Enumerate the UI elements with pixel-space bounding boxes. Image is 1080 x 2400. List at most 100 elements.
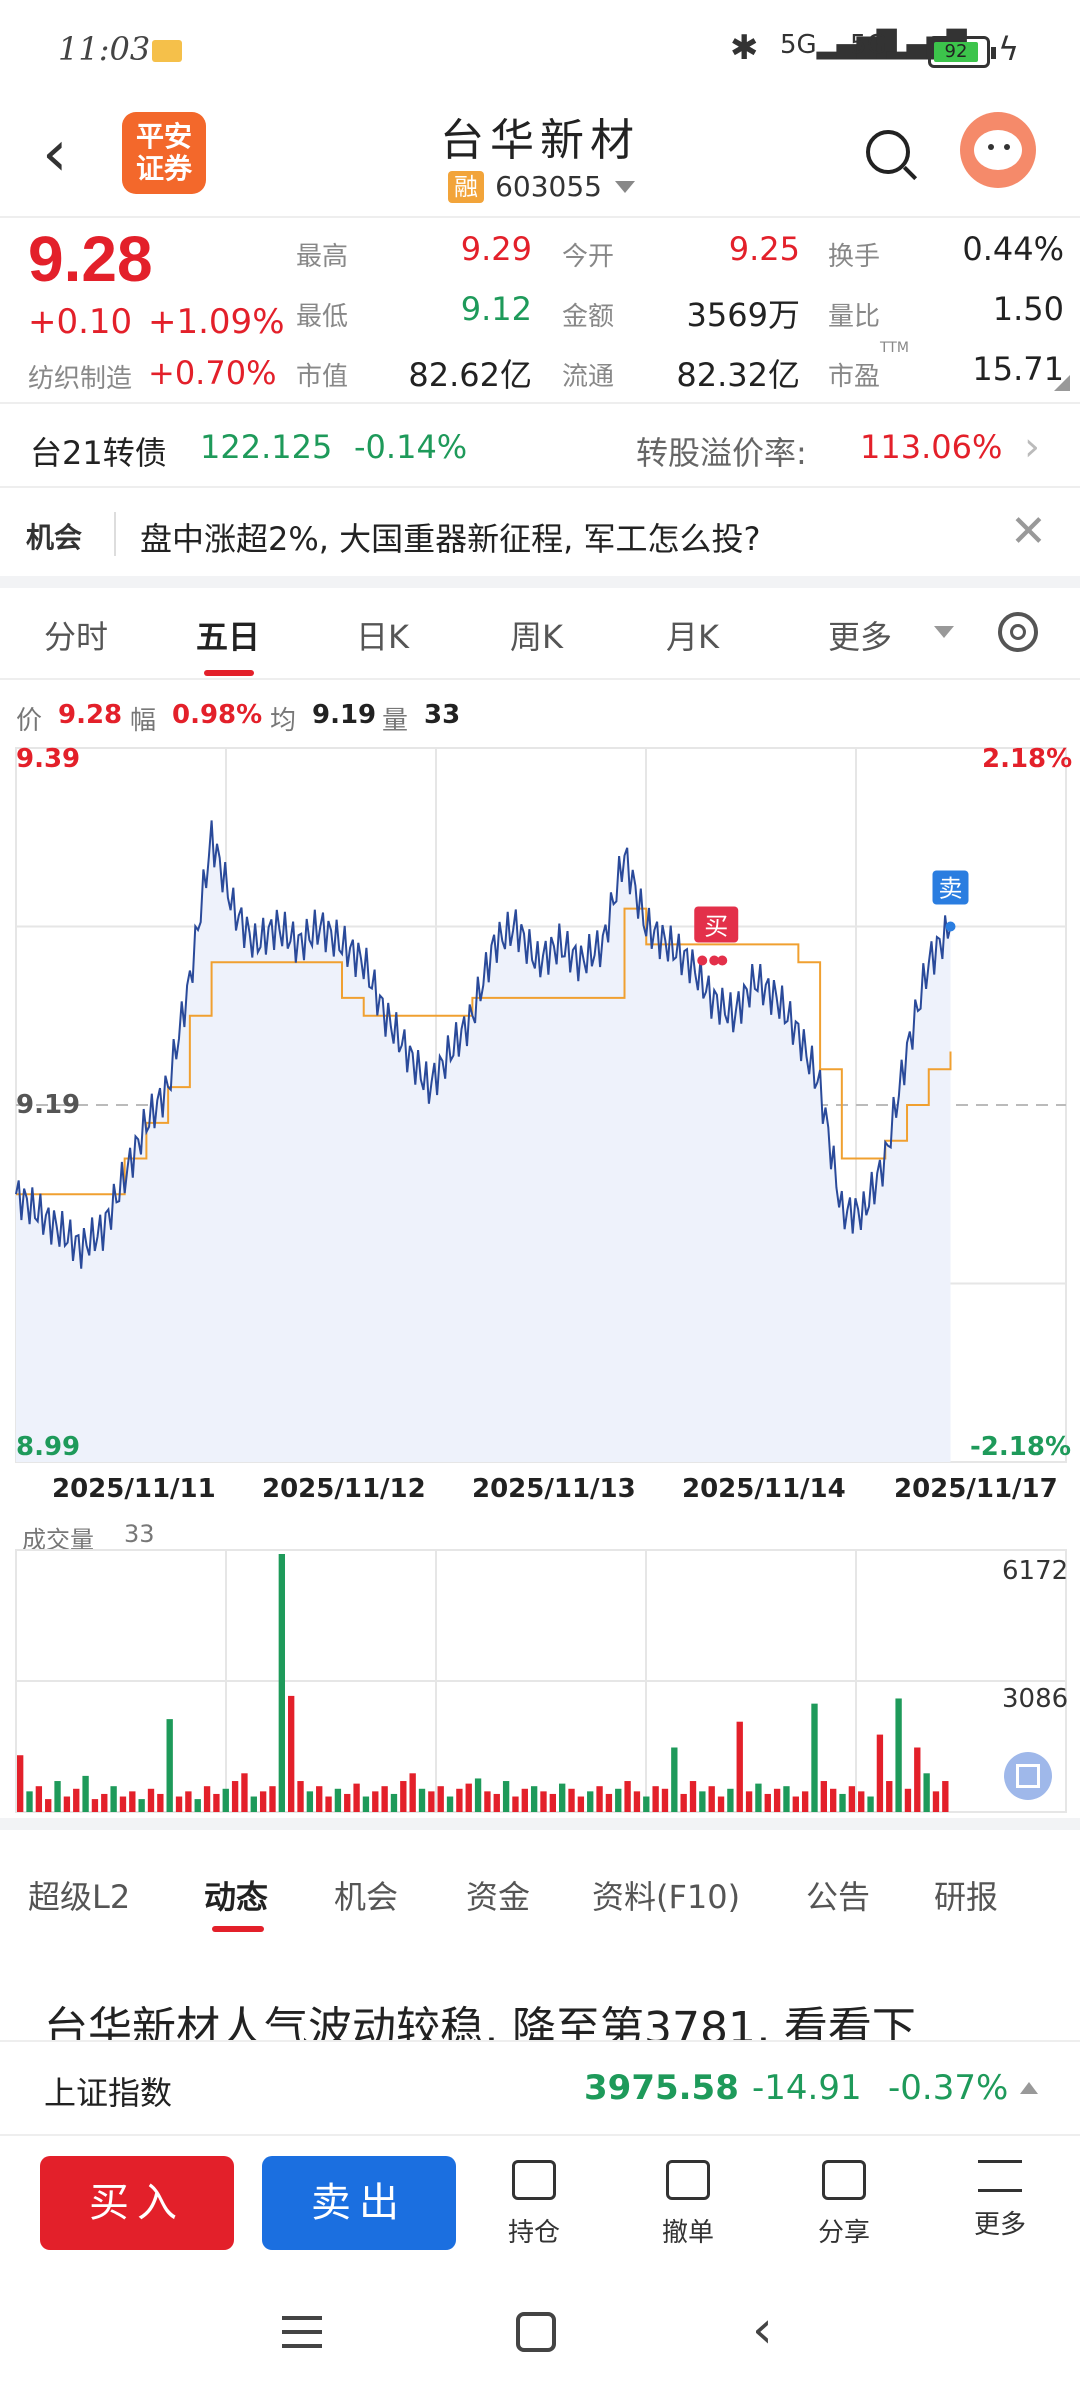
settings-icon[interactable]	[998, 612, 1038, 652]
vol-ratio-label: 量比	[828, 302, 881, 332]
divider	[0, 678, 1080, 680]
buy-button[interactable]: 买入	[40, 2156, 234, 2250]
volume-bar	[409, 1773, 416, 1812]
stock-code-selector[interactable]: 融 603055	[448, 170, 636, 206]
volume-bar	[708, 1786, 715, 1812]
open-label: 今开	[562, 242, 615, 272]
volume-bar	[624, 1781, 631, 1812]
volume-bar	[288, 1695, 295, 1812]
volume-bar	[699, 1791, 706, 1812]
active-tab-indicator	[212, 1926, 264, 1932]
x-axis-label: 2025/11/11	[52, 1474, 216, 1504]
buy-marker-label: 买	[704, 913, 728, 941]
volume-bar	[801, 1791, 809, 1812]
open-value: 9.25	[728, 230, 800, 268]
document-icon	[512, 2160, 556, 2200]
volume-bar	[119, 1796, 127, 1812]
volume-value: 33	[424, 700, 461, 730]
tab-research[interactable]: 研报	[934, 1872, 998, 1918]
volume-bar	[876, 1734, 884, 1812]
divider	[114, 512, 116, 556]
industry-label[interactable]: 纺织制造	[28, 358, 132, 395]
divider	[0, 486, 1080, 488]
nav-back-icon[interactable]: ‹	[752, 2300, 773, 2360]
tab-weekly-k[interactable]: 周K	[510, 612, 563, 658]
tab-level2[interactable]: 超级L2	[28, 1872, 130, 1918]
volume-bar	[400, 1781, 407, 1812]
volume-bar	[717, 1796, 725, 1812]
volume-bar	[138, 1799, 145, 1812]
avatar[interactable]	[960, 112, 1036, 188]
volume-bar	[362, 1796, 370, 1812]
volume-bar	[110, 1786, 117, 1812]
high-label: 最高	[296, 242, 349, 272]
price-chart[interactable]: 买卖	[0, 740, 1080, 1470]
opportunity-tag: 机会	[26, 521, 83, 554]
volume-bar	[194, 1799, 201, 1812]
tab-intraday[interactable]: 分时	[44, 612, 108, 658]
volume-bar	[63, 1796, 71, 1812]
stock-name: 台华新材	[440, 115, 640, 166]
battery-level: 92	[934, 42, 978, 62]
volume-bar	[942, 1781, 949, 1812]
tab-funds[interactable]: 资金	[466, 1872, 530, 1918]
volume-bar	[54, 1781, 61, 1812]
index-change: -14.91	[752, 2068, 862, 2108]
corner-triangle-icon[interactable]	[1054, 375, 1070, 391]
volume-bar	[858, 1791, 865, 1812]
volume-bar	[568, 1788, 575, 1812]
volume-chart[interactable]	[0, 1510, 1080, 1820]
mv-value: 82.62亿	[408, 356, 532, 394]
tab-news[interactable]: 动态	[204, 1872, 268, 1918]
amount-label: 金额	[562, 302, 615, 332]
volume-bar	[783, 1786, 790, 1812]
volume-bar	[17, 1755, 24, 1812]
cb-name: 台21转债	[30, 434, 167, 472]
volume-bar	[923, 1773, 930, 1812]
close-icon[interactable]: ✕	[1010, 506, 1047, 557]
tab-f10[interactable]: 资料(F10)	[592, 1872, 740, 1918]
cb-premium-label: 转股溢价率:	[636, 434, 807, 472]
chevron-up-icon	[1020, 2082, 1038, 2094]
section-gap	[0, 576, 1080, 588]
float-label: 流通	[562, 362, 615, 392]
volume-bar	[848, 1786, 856, 1812]
volume-bar	[596, 1786, 603, 1812]
chevron-right-icon: ›	[1024, 424, 1040, 470]
volume-bar	[867, 1796, 874, 1812]
holdings-button[interactable]: 持仓	[474, 2160, 594, 2249]
sell-button[interactable]: 卖出	[262, 2156, 456, 2250]
volume-bar	[474, 1778, 482, 1812]
volume-bar	[101, 1793, 108, 1812]
volume-bar	[764, 1793, 771, 1812]
charging-icon: ϟ	[998, 30, 1020, 68]
tab-announcements[interactable]: 公告	[806, 1872, 870, 1918]
search-icon[interactable]	[866, 130, 910, 174]
more-button[interactable]: 更多	[940, 2160, 1060, 2241]
tab-five-day[interactable]: 五日	[196, 612, 260, 658]
divider	[0, 216, 1080, 218]
volume-bar	[278, 1554, 286, 1812]
fullscreen-icon[interactable]	[1004, 1752, 1052, 1800]
pe-value: 15.71	[972, 350, 1064, 388]
tab-opportunity[interactable]: 机会	[334, 1872, 398, 1918]
amount-value: 3569万	[686, 296, 800, 334]
tab-daily-k[interactable]: 日K	[356, 612, 409, 658]
tab-more[interactable]: 更多	[828, 612, 892, 658]
industry-change[interactable]: +0.70%	[148, 354, 276, 392]
price-label: 价	[16, 706, 43, 736]
recent-apps-icon[interactable]	[282, 2316, 322, 2348]
tab-monthly-k[interactable]: 月K	[666, 612, 719, 658]
volume-bar	[381, 1786, 388, 1812]
volume-bar	[484, 1791, 491, 1812]
volume-bar	[306, 1791, 314, 1812]
turnover-label: 换手	[828, 242, 881, 272]
opportunity-text[interactable]: 盘中涨超2%, 大国重器新征程, 军工怎么投?	[140, 514, 760, 560]
high-value: 9.29	[460, 230, 532, 268]
chevron-down-icon	[934, 626, 954, 638]
cancel-order-button[interactable]: 撤单	[628, 2160, 748, 2249]
volume-bar	[334, 1788, 342, 1812]
price-value: 9.28	[58, 700, 123, 730]
share-button[interactable]: 分享	[784, 2160, 904, 2249]
home-icon[interactable]	[516, 2312, 556, 2352]
